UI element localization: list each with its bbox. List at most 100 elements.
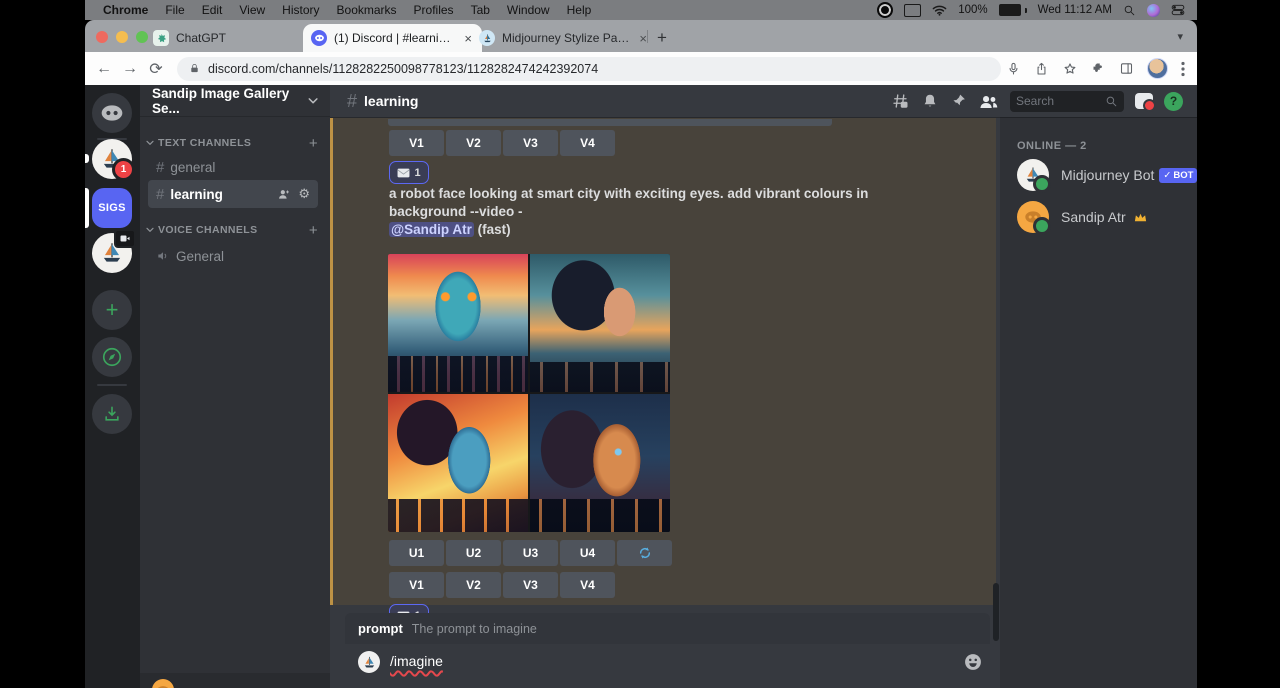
download-apps-button[interactable] xyxy=(92,394,132,434)
channel-learning-selected[interactable]: # learning ⚙ xyxy=(148,180,318,208)
battery-icon xyxy=(999,4,1027,16)
v1-button[interactable]: V1 xyxy=(389,130,444,156)
pinned-messages-icon[interactable] xyxy=(950,92,967,110)
generated-image-3[interactable] xyxy=(388,394,528,532)
profile-avatar[interactable] xyxy=(1147,58,1168,79)
discord-home-button[interactable] xyxy=(92,93,132,133)
inbox-icon[interactable] xyxy=(1135,93,1153,109)
back-button[interactable]: ← xyxy=(91,60,117,78)
chrome-menu-icon[interactable] xyxy=(1181,61,1185,77)
member-sandip-atr[interactable]: Sandip Atr xyxy=(1009,197,1189,237)
text-channels-category[interactable]: TEXT CHANNELS + xyxy=(146,136,324,150)
control-center-icon[interactable] xyxy=(1171,4,1185,16)
channel-general[interactable]: # general xyxy=(148,154,318,180)
u4-button[interactable]: U4 xyxy=(560,540,615,566)
forward-button[interactable]: → xyxy=(117,60,143,78)
slash-command-popup[interactable]: prompt The prompt to imagine xyxy=(345,613,990,645)
member-midjourney-bot[interactable]: Midjourney Bot ✓BOT xyxy=(1009,155,1189,195)
emoji-picker-icon[interactable] xyxy=(963,652,983,672)
v1-button[interactable]: V1 xyxy=(389,572,444,598)
generated-image-4[interactable] xyxy=(530,394,670,532)
tab-discord-active[interactable]: (1) Discord | #learning | Sandi… × xyxy=(303,24,482,52)
notifications-bell-icon[interactable] xyxy=(921,92,939,111)
member-list-icon[interactable] xyxy=(978,93,999,110)
generated-image-2[interactable] xyxy=(530,254,670,392)
online-status-dot xyxy=(1033,175,1051,193)
extensions-icon[interactable] xyxy=(1091,61,1106,76)
wifi-icon[interactable] xyxy=(932,4,947,16)
menu-help[interactable]: Help xyxy=(567,3,592,17)
reroll-button[interactable] xyxy=(617,540,672,566)
v2-button[interactable]: V2 xyxy=(446,130,501,156)
bot-avatar xyxy=(1017,159,1049,191)
threads-icon[interactable] xyxy=(890,92,910,110)
help-icon[interactable]: ? xyxy=(1164,92,1183,111)
imagine-command[interactable]: /imagine xyxy=(390,653,443,669)
tab-search-chevron-icon[interactable]: ▾ xyxy=(1177,30,1183,43)
v4-button[interactable]: V4 xyxy=(560,130,615,156)
bookmark-star-icon[interactable] xyxy=(1062,61,1078,77)
u2-button[interactable]: U2 xyxy=(446,540,501,566)
user-mention[interactable]: @Sandip Atr xyxy=(389,222,474,237)
envelope-icon xyxy=(397,168,410,178)
minimize-window-button[interactable] xyxy=(116,31,128,43)
u1-button[interactable]: U1 xyxy=(389,540,444,566)
menu-bookmarks[interactable]: Bookmarks xyxy=(337,3,397,17)
menu-app-name[interactable]: Chrome xyxy=(103,3,148,17)
server-sailboat-2[interactable] xyxy=(92,233,132,273)
search-input[interactable]: Search xyxy=(1010,91,1124,112)
v4-button[interactable]: V4 xyxy=(560,572,615,598)
search-icon xyxy=(1105,95,1118,108)
user-avatar[interactable] xyxy=(152,679,174,688)
address-bar[interactable]: discord.com/channels/1128282250098778123… xyxy=(177,57,1001,81)
menu-history[interactable]: History xyxy=(282,3,319,17)
generated-image-1[interactable] xyxy=(388,254,528,392)
add-server-button[interactable]: + xyxy=(92,290,132,330)
menu-items: Chrome File Edit View History Bookmarks … xyxy=(85,3,591,17)
close-window-button[interactable] xyxy=(96,31,108,43)
create-channel-icon[interactable]: + xyxy=(309,222,318,239)
spotlight-search-icon[interactable] xyxy=(1123,4,1136,17)
reload-button[interactable]: ⟳ xyxy=(143,59,169,79)
share-icon[interactable] xyxy=(1034,61,1049,77)
option-description: The prompt to imagine xyxy=(412,622,537,636)
discord-app: 1 SIGS + Sandip Image xyxy=(85,85,1197,688)
message-composer: /imagine prompt a plant with multiple ty… xyxy=(330,644,1000,688)
edit-channel-gear-icon[interactable]: ⚙ xyxy=(298,186,310,202)
discord-logo-icon xyxy=(99,104,125,122)
v3-button[interactable]: V3 xyxy=(503,572,558,598)
sidebar-icon[interactable] xyxy=(1119,61,1134,76)
create-channel-icon[interactable]: + xyxy=(309,135,318,152)
voice-channels-category[interactable]: VOICE CHANNELS + xyxy=(146,223,324,237)
menu-file[interactable]: File xyxy=(165,3,184,17)
hash-icon: # xyxy=(347,91,357,112)
u3-button[interactable]: U3 xyxy=(503,540,558,566)
menu-view[interactable]: View xyxy=(239,3,265,17)
server-sailboat-1[interactable]: 1 xyxy=(92,139,132,179)
server-sigs-selected[interactable]: SIGS xyxy=(92,188,132,228)
chat-scrollbar[interactable] xyxy=(993,583,999,641)
server-header[interactable]: Sandip Image Gallery Se... xyxy=(140,85,330,117)
midjourney-image-grid[interactable] xyxy=(388,254,670,532)
siri-icon[interactable] xyxy=(1147,4,1160,17)
new-tab-button[interactable]: + xyxy=(657,28,667,48)
v2-button[interactable]: V2 xyxy=(446,572,501,598)
invite-people-icon[interactable] xyxy=(277,188,291,200)
explore-servers-button[interactable] xyxy=(92,337,132,377)
menu-edit[interactable]: Edit xyxy=(202,3,223,17)
server-owner-crown-icon xyxy=(1133,211,1148,224)
menu-tab[interactable]: Tab xyxy=(471,3,490,17)
envelope-reaction[interactable]: 1 xyxy=(389,161,429,184)
macos-menubar: Chrome File Edit View History Bookmarks … xyxy=(85,0,1197,20)
menu-profiles[interactable]: Profiles xyxy=(414,3,454,17)
variation-buttons: V1 V2 V3 V4 xyxy=(389,572,615,598)
voice-channel-general[interactable]: General xyxy=(148,243,318,269)
mic-icon[interactable] xyxy=(1006,61,1021,77)
v3-button[interactable]: V3 xyxy=(503,130,558,156)
tab-midjourney[interactable]: Midjourney Stylize Parameter × xyxy=(471,24,657,52)
screen-record-icon[interactable] xyxy=(877,2,893,18)
menu-window[interactable]: Window xyxy=(507,3,550,17)
display-icon[interactable] xyxy=(904,4,921,17)
discord-favicon xyxy=(311,30,327,46)
menubar-clock[interactable]: Wed 11:12 AM xyxy=(1038,4,1112,16)
